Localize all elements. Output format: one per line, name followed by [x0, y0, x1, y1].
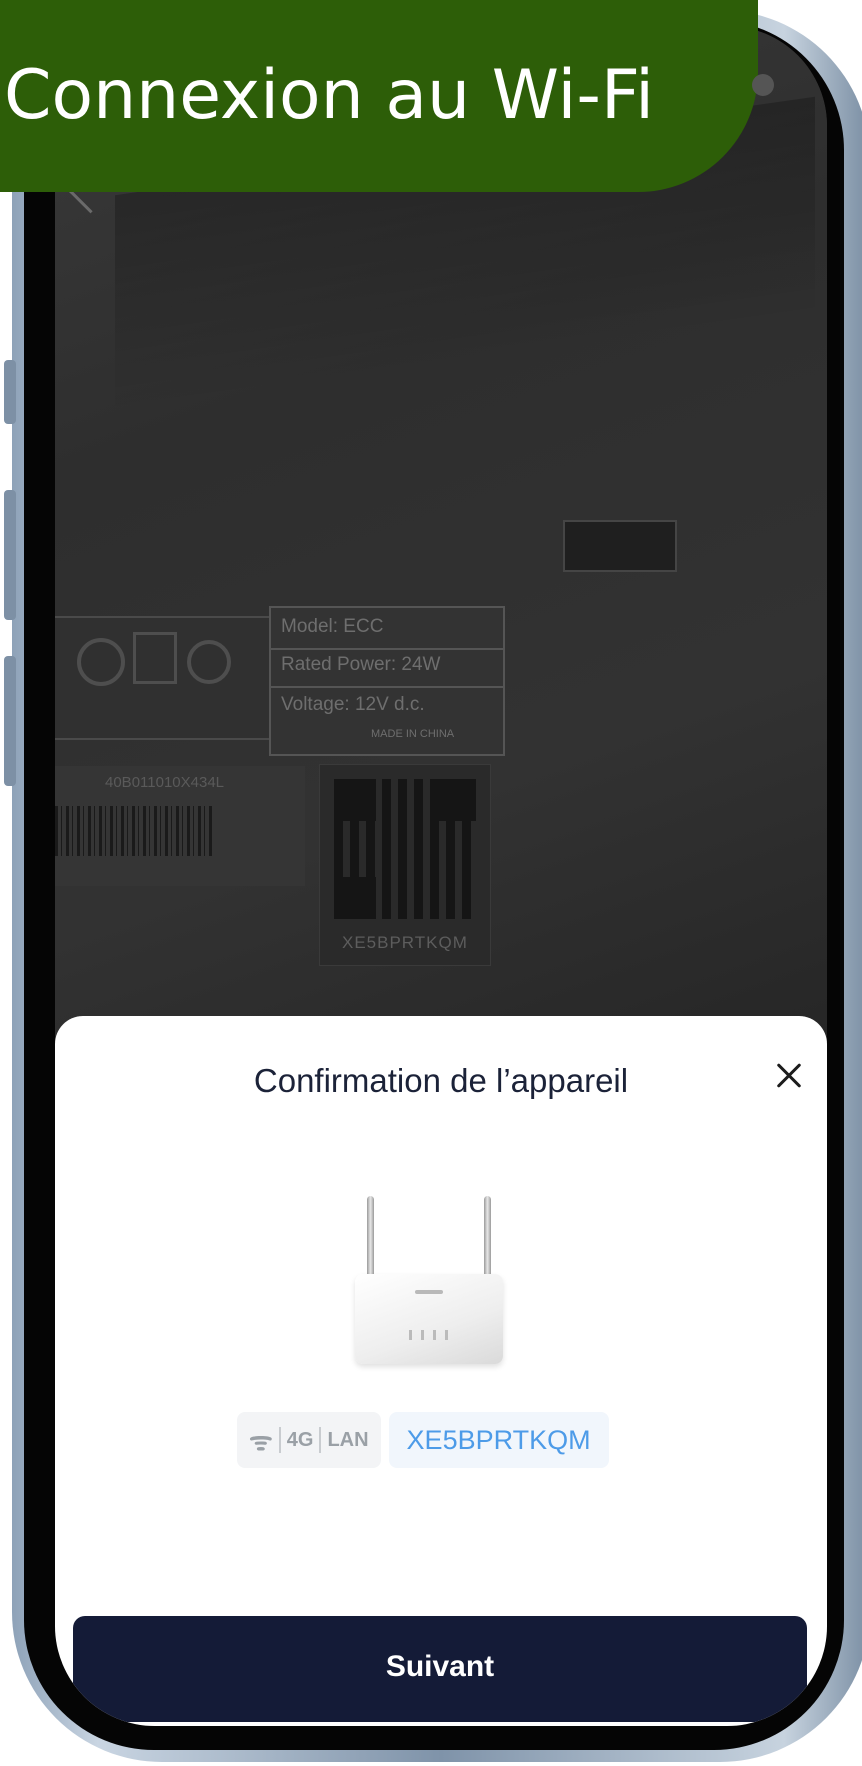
front-camera — [752, 74, 774, 96]
device-info-chips: ᯤ 4G LAN XE5BPRTKQM — [237, 1412, 609, 1468]
certification-logos — [55, 616, 279, 740]
barcode-label: 40B011010X434L — [55, 766, 305, 886]
cert-logo-icon — [187, 640, 231, 684]
phone-volume-up-button — [4, 490, 16, 620]
spec-origin: MADE IN CHINA — [371, 728, 455, 740]
phone-side-button — [4, 360, 16, 424]
phone-screen: Model: ECC Rated Power: 24W Voltage: 12V… — [55, 26, 827, 1726]
sheet-title: Confirmation de l’appareil — [253, 1062, 629, 1099]
router-logo — [415, 1290, 443, 1294]
cellular-4g-icon: 4G — [286, 1428, 314, 1451]
lan-icon: LAN — [327, 1428, 369, 1451]
cert-logo-icon — [77, 638, 125, 686]
divider — [278, 1427, 281, 1453]
wifi-icon: ᯤ — [249, 1426, 273, 1456]
recycle-bin-icon — [133, 632, 177, 684]
barcode-image — [55, 806, 215, 856]
phone-volume-down-button — [4, 656, 16, 786]
banner-title: Connexion au Wi-Fi — [4, 56, 654, 135]
divider — [319, 1427, 322, 1453]
connectivity-chip: ᯤ 4G LAN — [237, 1412, 381, 1468]
close-icon[interactable] — [767, 1054, 811, 1098]
qr-label: XE5BPRTKQM — [319, 764, 491, 966]
next-button[interactable]: Suivant — [73, 1616, 807, 1722]
heading-banner: Connexion au Wi-Fi — [0, 0, 758, 192]
qr-code-text: XE5BPRTKQM — [342, 933, 468, 952]
router-leds — [409, 1330, 453, 1340]
barcode-number: 40B011010X434L — [105, 774, 225, 791]
divider — [271, 686, 503, 688]
divider — [271, 648, 503, 650]
router-body — [355, 1274, 503, 1364]
spec-power: Rated Power: 24W — [281, 654, 441, 675]
device-port — [563, 520, 677, 572]
spec-voltage: Voltage: 12V d.c. — [281, 694, 425, 715]
router-image — [355, 1196, 505, 1366]
spec-label: Model: ECC Rated Power: 24W Voltage: 12V… — [269, 606, 505, 756]
device-id-chip: XE5BPRTKQM — [388, 1412, 609, 1468]
qr-code-image — [334, 779, 476, 919]
spec-model: Model: ECC — [281, 616, 384, 637]
device-confirmation-sheet: Confirmation de l’appareil ᯤ 4G LAN XE5B… — [55, 1016, 827, 1726]
